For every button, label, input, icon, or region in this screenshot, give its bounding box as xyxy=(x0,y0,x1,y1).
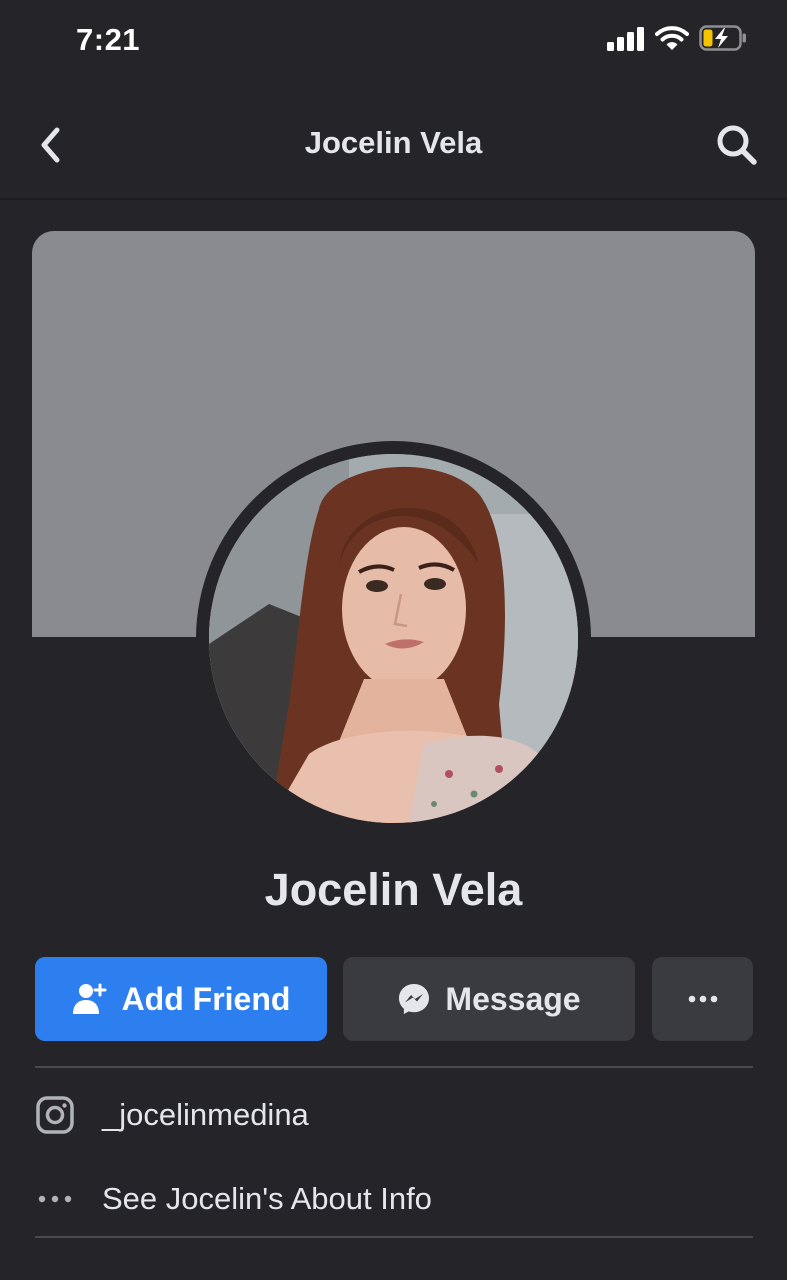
profile-avatar[interactable] xyxy=(209,454,578,823)
instagram-icon xyxy=(34,1094,76,1136)
search-button[interactable] xyxy=(713,121,761,169)
more-options-button[interactable] xyxy=(652,957,753,1041)
status-time: 7:21 xyxy=(76,22,141,57)
message-button[interactable]: Message xyxy=(343,957,635,1041)
nav-bar: Jocelin Vela xyxy=(0,95,787,199)
messenger-icon xyxy=(399,984,430,1014)
status-bar: 7:21 xyxy=(0,0,787,90)
info-divider xyxy=(35,1236,753,1238)
more-dots-icon xyxy=(688,995,717,1003)
about-info-row[interactable]: See Jocelin's About Info xyxy=(34,1174,432,1224)
profile-name: Jocelin Vela xyxy=(264,864,523,915)
wifi-icon xyxy=(655,25,689,56)
add-friend-button[interactable]: Add Friend xyxy=(35,957,327,1041)
instagram-handle: _jocelinmedina xyxy=(102,1097,309,1132)
add-person-icon xyxy=(72,983,107,1014)
about-info-link: See Jocelin's About Info xyxy=(102,1181,432,1216)
search-icon xyxy=(717,125,757,165)
profile-photo xyxy=(209,454,578,823)
cellular-signal-icon xyxy=(607,27,645,56)
add-friend-label: Add Friend xyxy=(121,980,291,1017)
instagram-row[interactable]: _jocelinmedina xyxy=(34,1090,309,1140)
nav-divider xyxy=(0,198,787,200)
page-title: Jocelin Vela xyxy=(304,125,483,160)
message-label: Message xyxy=(445,980,581,1017)
status-icons xyxy=(607,25,747,56)
actions-divider xyxy=(35,1066,753,1068)
battery-charging-icon xyxy=(699,25,747,56)
more-dots-icon xyxy=(34,1178,76,1220)
